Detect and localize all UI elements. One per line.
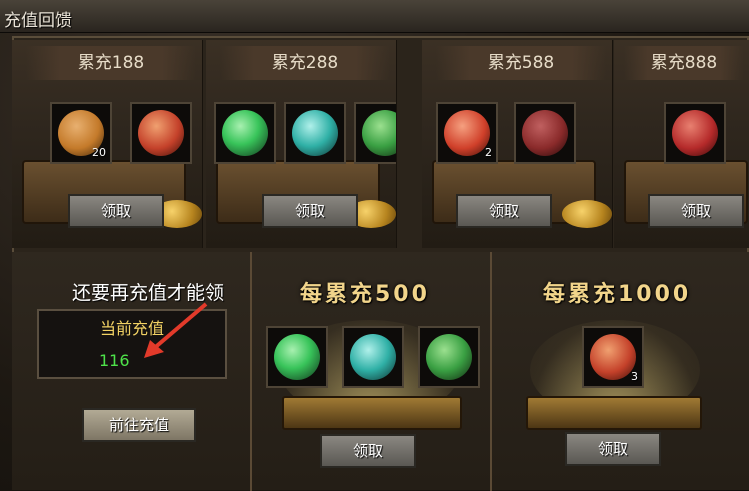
item-count: 20 <box>92 146 106 159</box>
item-slot[interactable]: 20 <box>50 102 112 164</box>
item-slot[interactable]: 2 <box>436 102 498 164</box>
item-slot[interactable] <box>130 102 192 164</box>
claim-button[interactable]: 领取 <box>262 194 358 228</box>
claim-button[interactable]: 领取 <box>456 194 552 228</box>
claim-1000-button[interactable]: 领取 <box>565 432 661 466</box>
tier-label: 累充188 <box>26 46 196 80</box>
teal-jade-icon <box>350 334 396 380</box>
claim-500-button[interactable]: 领取 <box>320 434 416 468</box>
divider <box>490 252 492 491</box>
tier-card-588: 累充588 2 领取 <box>422 40 613 248</box>
window-title: 充值回馈 <box>4 11 72 31</box>
tier-card-188: 累充188 20 领取 <box>12 40 203 248</box>
item-slot[interactable] <box>284 102 346 164</box>
tier-card-888: 累充888 领取 <box>614 40 749 248</box>
item-count: 2 <box>485 146 492 159</box>
tier-label: 累充888 <box>624 46 744 80</box>
every-1000-title: 每累充1000 <box>543 282 692 307</box>
arrow-icon <box>144 302 208 358</box>
red-gem-icon <box>138 110 184 156</box>
teal-jade-icon <box>292 110 338 156</box>
title-bar: 充值回馈 <box>0 0 749 33</box>
green-orb-icon <box>274 334 320 380</box>
claim-button[interactable]: 领取 <box>648 194 744 228</box>
item-slot[interactable] <box>514 102 576 164</box>
coins-icon <box>562 200 612 228</box>
item-slot[interactable]: 3 <box>582 326 644 388</box>
tier-card-288: 累充288 领取 <box>206 40 397 248</box>
red-book-icon <box>672 110 718 156</box>
green-orb-icon <box>222 110 268 156</box>
tier-label: 累充588 <box>436 46 606 80</box>
green-pendant-icon <box>426 334 472 380</box>
item-slot[interactable] <box>214 102 276 164</box>
tray-icon <box>282 396 462 430</box>
item-slot[interactable] <box>418 326 480 388</box>
item-slot[interactable] <box>354 102 396 164</box>
divider <box>250 252 252 491</box>
red-gem-icon <box>590 334 636 380</box>
current-recharge-value: 116 <box>99 351 130 370</box>
green-pendant-icon <box>362 110 396 156</box>
item-slot[interactable] <box>342 326 404 388</box>
goto-recharge-button[interactable]: 前往充值 <box>82 408 196 442</box>
item-count: 3 <box>631 370 638 383</box>
item-slot[interactable] <box>266 326 328 388</box>
item-slot[interactable] <box>664 102 726 164</box>
armor-icon <box>522 110 568 156</box>
tier-label: 累充288 <box>220 46 390 80</box>
tray-icon <box>526 396 702 430</box>
claim-button[interactable]: 领取 <box>68 194 164 228</box>
red-potion-icon <box>444 110 490 156</box>
every-500-title: 每累充500 <box>300 282 430 307</box>
